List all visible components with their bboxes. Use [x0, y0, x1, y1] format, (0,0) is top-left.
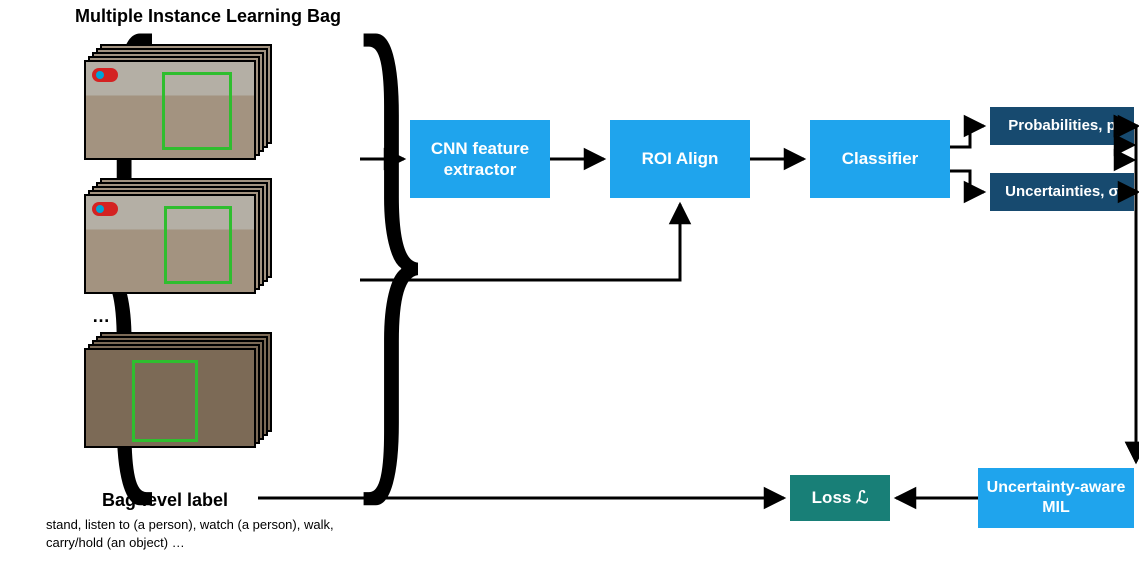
bag-ellipsis: …	[92, 306, 110, 327]
probabilities-block: Probabilities, p	[990, 107, 1134, 145]
uncertainties-text: Uncertainties, σ	[1005, 183, 1119, 202]
cnn-block: CNN feature extractor	[410, 120, 550, 198]
probabilities-text: Probabilities, p	[1008, 117, 1116, 136]
video-stack-3	[84, 332, 272, 444]
video-stack-1	[84, 44, 272, 156]
right-brace: }	[347, 0, 435, 565]
classifier-block: Classifier	[810, 120, 950, 198]
bag-level-label-list: stand, listen to (a person), watch (a pe…	[46, 516, 366, 551]
loss-block: Loss ℒ	[790, 475, 890, 521]
mil-block: Uncertainty-aware MIL	[978, 468, 1134, 528]
bbox-person-2	[164, 206, 232, 284]
logo-icon	[92, 202, 118, 216]
roi-align-block: ROI Align	[610, 120, 750, 198]
logo-icon	[92, 68, 118, 82]
bbox-person-3	[132, 360, 198, 442]
uncertainties-block: Uncertainties, σ	[990, 173, 1134, 211]
bbox-person-1	[162, 72, 232, 150]
video-stack-2	[84, 178, 272, 290]
bag-level-label-title: Bag-level label	[102, 490, 228, 511]
